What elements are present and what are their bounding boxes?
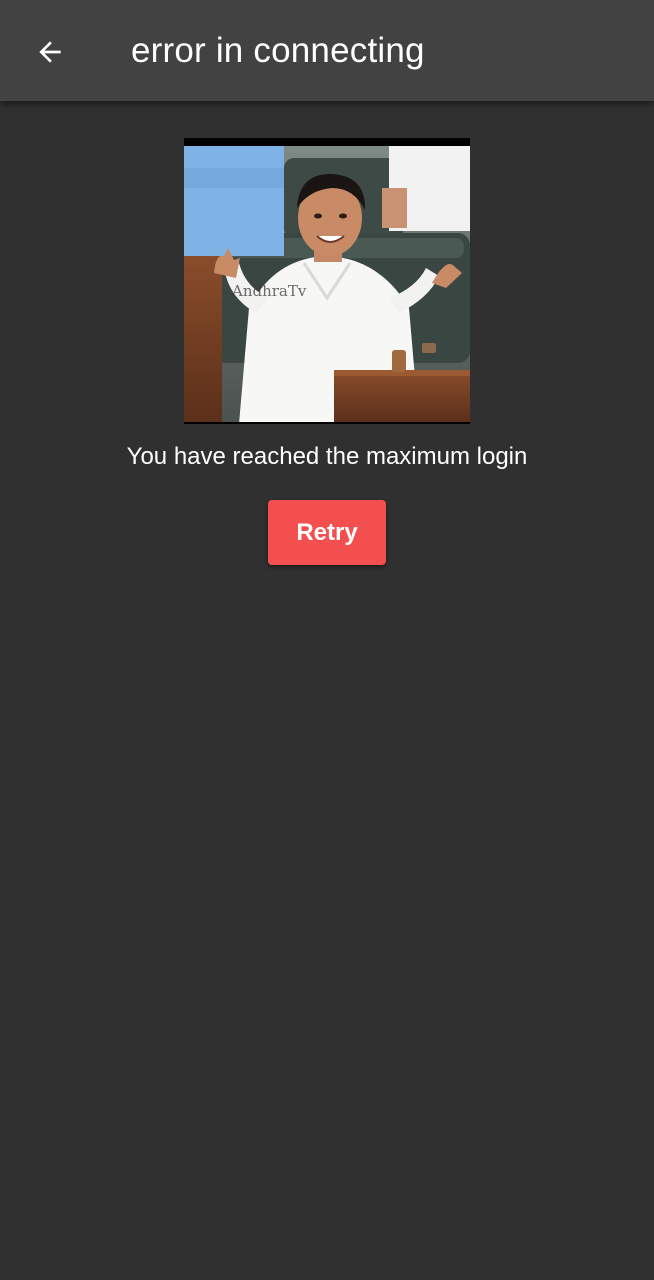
- main-content: AndhraTv You have reached the maximum lo…: [0, 101, 654, 1280]
- arrow-back-icon: [39, 41, 61, 63]
- page-title: error in connecting: [131, 31, 425, 70]
- retry-button[interactable]: Retry: [268, 500, 386, 565]
- app-bar: error in connecting: [0, 0, 654, 101]
- svg-text:AndhraTv: AndhraTv: [231, 282, 307, 300]
- error-gif-image: AndhraTv: [184, 138, 470, 424]
- error-message: You have reached the maximum login: [126, 443, 528, 470]
- back-button[interactable]: [22, 24, 78, 80]
